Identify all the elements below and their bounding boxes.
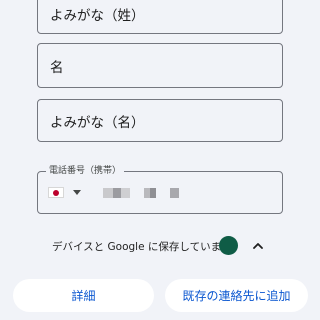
phone-field-label: 電話番号（携帯） (46, 165, 125, 177)
add-to-existing-contact-button[interactable]: 既存の連絡先に追加 (165, 279, 308, 312)
mei-field[interactable]: 名 (37, 43, 283, 88)
japan-flag-icon[interactable] (48, 187, 64, 198)
yomigana-mei-placeholder: よみがな（名） (50, 114, 145, 131)
mei-placeholder: 名 (50, 59, 64, 76)
phone-value-masked (103, 187, 179, 198)
yomigana-sei-field[interactable]: よみがな（姓） (37, 0, 283, 34)
details-button[interactable]: 詳細 (13, 279, 154, 312)
contact-edit-screen: よみがな（姓） 名 よみがな（名） 電話番号（携帯） デバイスと Google … (0, 0, 320, 320)
sync-status-text: デバイスと Google に保存しています (52, 240, 232, 253)
country-dropdown-icon[interactable] (73, 190, 81, 195)
chevron-up-icon[interactable] (251, 239, 265, 253)
yomigana-sei-placeholder: よみがな（姓） (50, 8, 145, 24)
yomigana-mei-field[interactable]: よみがな（名） (37, 99, 283, 142)
account-avatar[interactable] (219, 236, 238, 255)
phone-field[interactable]: 電話番号（携帯） (37, 165, 283, 214)
sync-status-row[interactable]: デバイスと Google に保存しています (52, 234, 272, 258)
